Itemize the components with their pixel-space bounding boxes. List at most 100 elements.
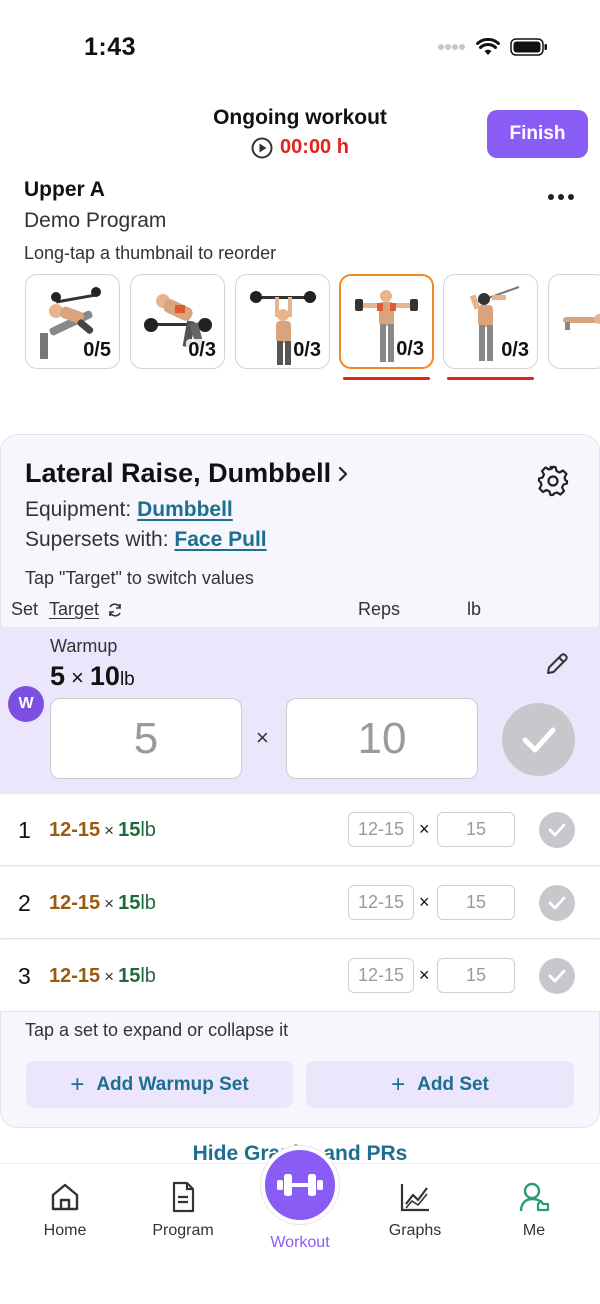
warmup-badge: W: [8, 686, 44, 722]
exercise-thumbnail-active[interactable]: 0/3: [339, 274, 434, 369]
chart-icon: [400, 1184, 429, 1212]
status-icons: [438, 38, 548, 56]
complete-set-button[interactable]: [539, 885, 575, 921]
times-sign: ×: [71, 665, 84, 690]
refresh-icon: [109, 602, 121, 617]
thumbnail-count: 0/3: [291, 339, 323, 362]
times-sign: ×: [419, 819, 430, 839]
set-weight: 15: [118, 892, 141, 914]
pencil-icon[interactable]: [543, 650, 571, 683]
thumbnail-count: 0/3: [499, 339, 531, 362]
tab-me-label: Me: [522, 1222, 546, 1239]
add-warmup-label: Add Warmup Set: [96, 1073, 249, 1095]
warmup-label: Warmup: [50, 636, 118, 656]
set-reps: 12-15: [49, 965, 101, 987]
column-header-reps: Reps: [358, 599, 401, 619]
exercise-title[interactable]: Lateral Raise, Dumbbell: [25, 458, 349, 489]
warmup-reps-input[interactable]: 5: [50, 698, 242, 779]
thumbnail-count: 0/3: [394, 338, 426, 361]
exercise-thumbnail[interactable]: 0/3: [235, 274, 330, 369]
column-header-target: Target: [49, 599, 100, 619]
times-sign: ×: [104, 821, 115, 840]
tab-workout-label[interactable]: Workout: [250, 1234, 350, 1252]
column-header-weight: lb: [467, 599, 482, 619]
set-unit: lb: [140, 965, 156, 987]
complete-set-button[interactable]: [539, 812, 575, 848]
chevron-right-icon: [339, 466, 348, 481]
exercise-thumbnail[interactable]: 0/3: [130, 274, 225, 369]
tab-program[interactable]: Program: [133, 1180, 233, 1240]
collapse-hint: Tap a set to expand or collapse it: [25, 1020, 289, 1040]
times-sign: ×: [419, 965, 430, 985]
set-weight-input[interactable]: 15: [437, 812, 515, 847]
thumbnail-count: 0/3: [186, 339, 218, 362]
column-header-set: Set: [11, 599, 39, 619]
set-number: 3: [18, 963, 31, 989]
add-set-button[interactable]: + Add Set: [306, 1061, 574, 1108]
check-icon: [522, 727, 555, 752]
status-time: 1:43: [84, 33, 137, 61]
finish-button[interactable]: Finish: [487, 110, 588, 158]
exercise-thumbnail[interactable]: 0/3: [443, 274, 538, 369]
complete-warmup-button[interactable]: [502, 703, 575, 776]
program-name: Demo Program: [24, 209, 167, 232]
set-summary: 12-15 × 15lb: [49, 819, 156, 842]
tab-workout-button[interactable]: [261, 1146, 339, 1224]
plus-icon: +: [391, 1070, 406, 1098]
set-reps: 12-15: [49, 892, 101, 914]
signal-icon: [438, 44, 465, 50]
superset-line: Supersets with: Face Pull: [25, 528, 267, 552]
timer-text: 00:00 h: [280, 136, 349, 158]
more-dots-icon[interactable]: [548, 194, 574, 200]
set-weight-input[interactable]: 15: [437, 885, 515, 920]
dumbbell-icon: [277, 1174, 323, 1196]
set-weight: 15: [118, 965, 141, 987]
superset-label: Supersets with:: [25, 528, 175, 551]
tab-home-label: Home: [43, 1222, 87, 1239]
warmup-reps: 5: [50, 661, 66, 691]
times-sign: ×: [256, 725, 269, 750]
set-summary: 12-15 × 15lb: [49, 892, 156, 915]
times-sign: ×: [419, 892, 430, 912]
play-circle-icon[interactable]: [251, 137, 273, 159]
superset-indicator: [447, 377, 534, 380]
target-toggle[interactable]: Target: [49, 599, 123, 620]
warmup-summary: 5 × 10lb: [50, 661, 135, 692]
set-unit: lb: [140, 892, 156, 914]
set-weight: 15: [118, 819, 141, 841]
complete-set-button[interactable]: [539, 958, 575, 994]
check-icon: [548, 896, 566, 910]
home-icon: [51, 1183, 79, 1211]
gear-icon[interactable]: [536, 464, 570, 503]
set-weight-input[interactable]: 15: [437, 958, 515, 993]
tab-program-label: Program: [152, 1222, 214, 1239]
tab-graphs[interactable]: Graphs: [365, 1180, 465, 1240]
warmup-weight: 10: [89, 661, 120, 691]
tab-graphs-label: Graphs: [388, 1222, 442, 1239]
superset-indicator: [343, 377, 430, 380]
set-reps: 12-15: [49, 819, 101, 841]
battery-icon: [510, 38, 547, 56]
superset-link[interactable]: Face Pull: [174, 528, 266, 551]
equipment-link[interactable]: Dumbbell: [137, 498, 233, 521]
tab-home[interactable]: Home: [15, 1180, 115, 1240]
set-unit: lb: [140, 819, 156, 841]
add-warmup-set-button[interactable]: + Add Warmup Set: [26, 1061, 293, 1108]
add-set-label: Add Set: [417, 1073, 489, 1095]
set-reps-input[interactable]: 12-15: [348, 812, 414, 847]
exercise-thumbnail[interactable]: 0/5: [25, 274, 120, 369]
check-icon: [548, 969, 566, 983]
thumbnail-count: 0/5: [81, 339, 113, 362]
exercise-figure-icon: [563, 314, 600, 330]
times-sign: ×: [104, 894, 115, 913]
exercise-thumbnail[interactable]: [548, 274, 600, 369]
reorder-hint: Long-tap a thumbnail to reorder: [24, 243, 277, 263]
tab-me[interactable]: Me: [484, 1180, 584, 1240]
set-number: 1: [18, 817, 31, 843]
set-reps-input[interactable]: 12-15: [348, 958, 414, 993]
warmup-weight-input[interactable]: 10: [286, 698, 478, 779]
set-reps-input[interactable]: 12-15: [348, 885, 414, 920]
document-icon: [172, 1181, 195, 1213]
times-sign: ×: [104, 967, 115, 986]
profile-icon: [519, 1182, 550, 1212]
